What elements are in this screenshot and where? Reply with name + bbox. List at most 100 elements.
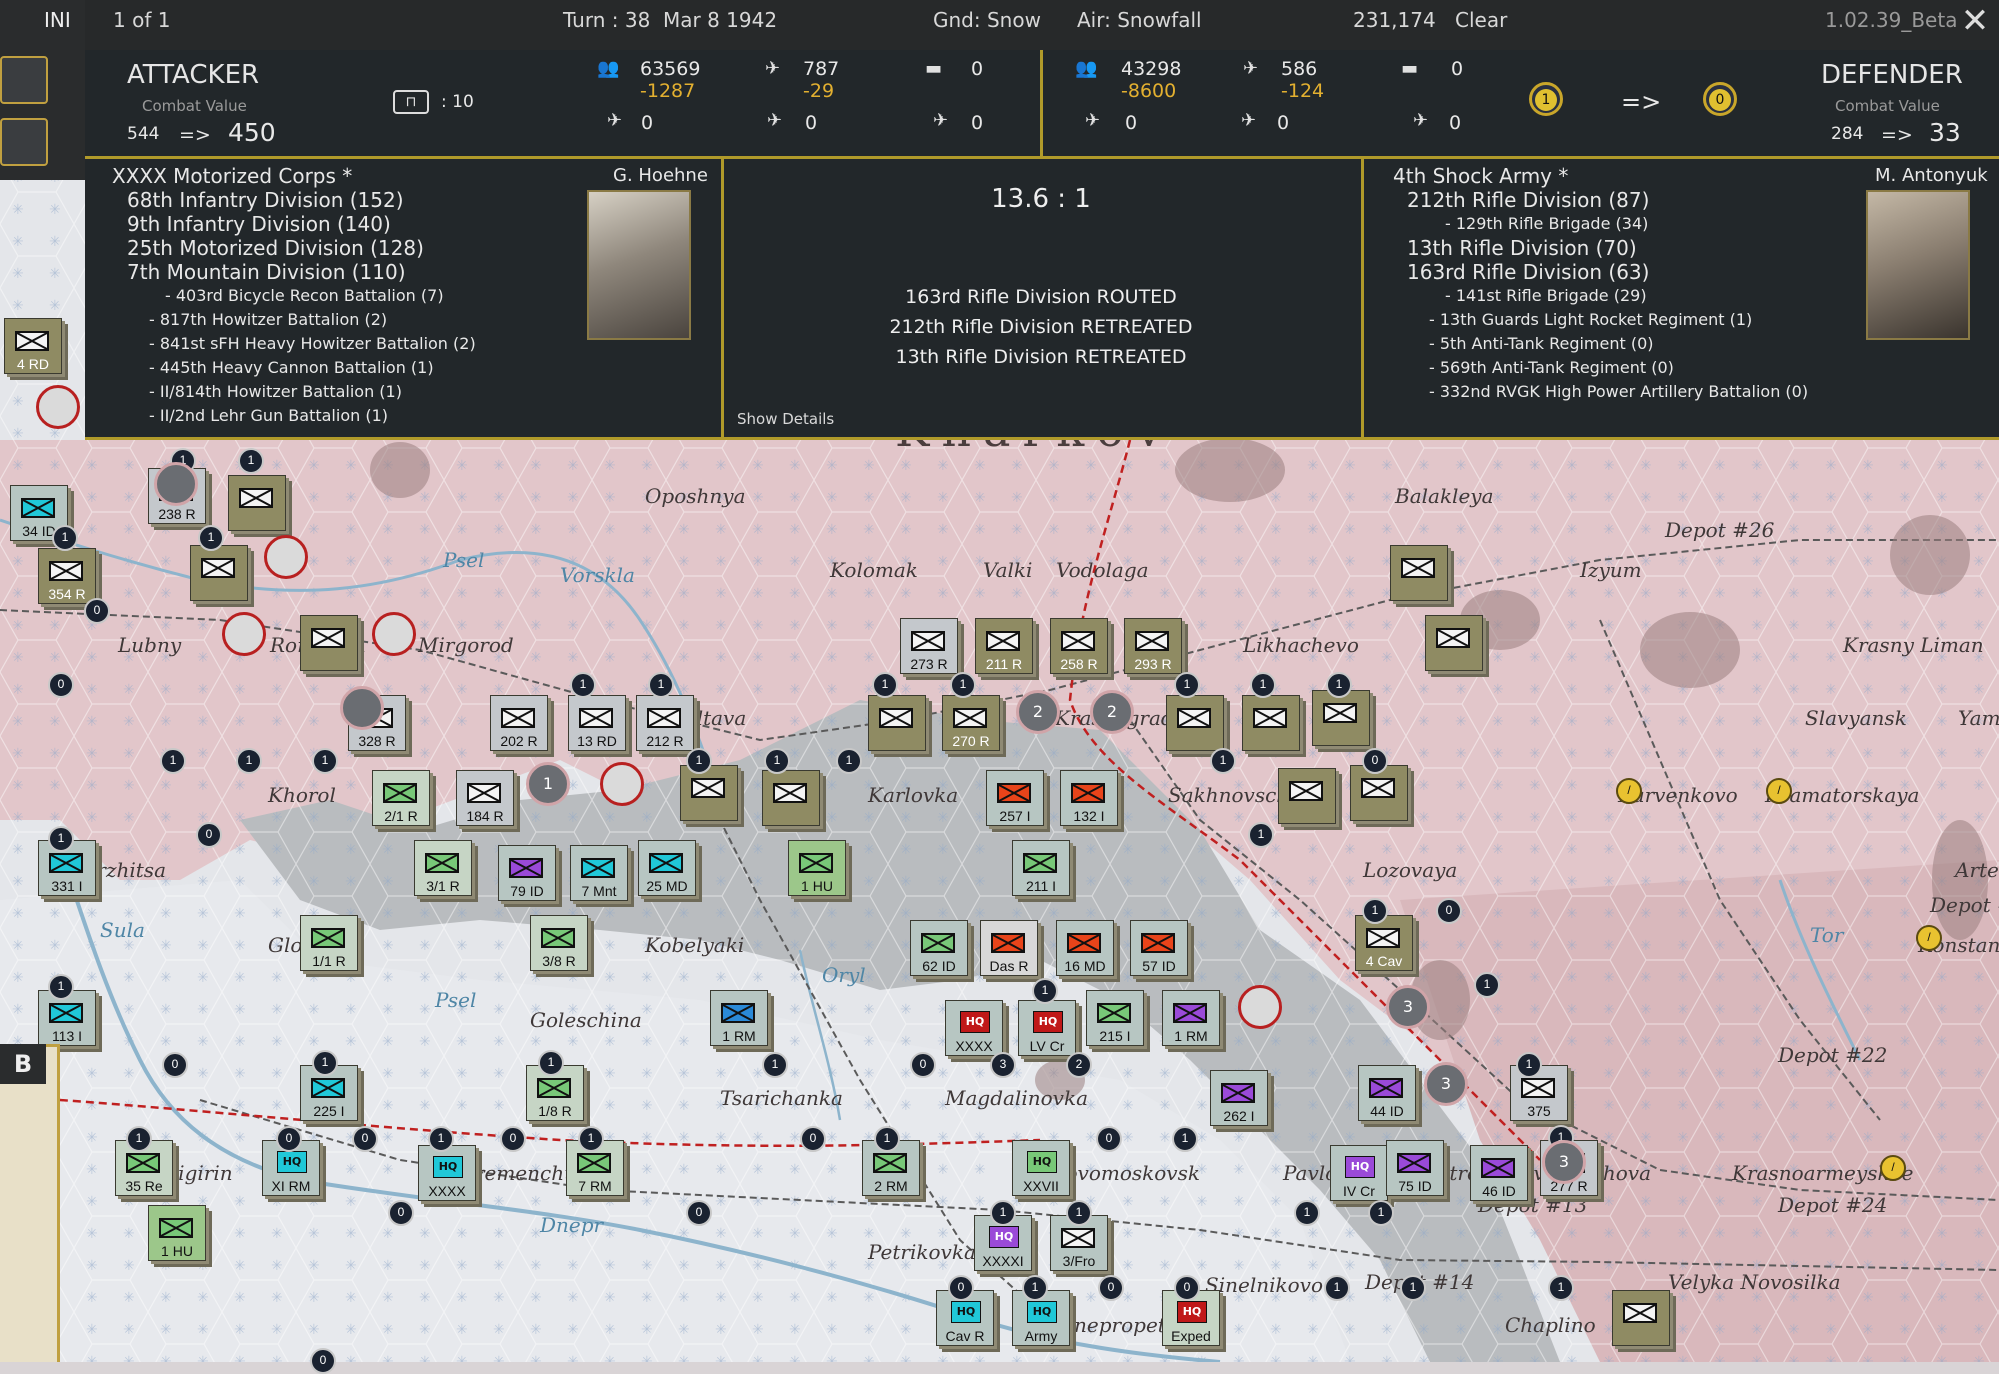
supply-badge[interactable]: 1	[570, 672, 596, 698]
supply-badge[interactable]: 1	[950, 672, 976, 698]
supply-badge[interactable]: 3	[990, 1052, 1016, 1078]
close-icon[interactable]: ✕	[1957, 4, 1993, 40]
supply-badge[interactable]: 1	[126, 1126, 152, 1152]
unit-counter[interactable]: 3/1 R	[414, 840, 472, 896]
supply-badge[interactable]: 1	[1210, 748, 1236, 774]
supply-badge[interactable]: 1	[1326, 672, 1352, 698]
unit-counter[interactable]: 7 Mnt	[570, 845, 628, 901]
supply-badge[interactable]: 1	[48, 826, 74, 852]
supply-badge[interactable]: 1	[52, 525, 78, 551]
supply-badge[interactable]: 1	[764, 748, 790, 774]
unit-counter[interactable]: 202 R	[490, 695, 548, 751]
supply-badge[interactable]: 0	[1174, 1275, 1200, 1301]
unit-counter[interactable]: 270 R	[942, 695, 1000, 751]
supply-badge[interactable]: 1	[648, 672, 674, 698]
unit-counter[interactable]: 4 Cav	[1355, 915, 1413, 971]
supply-badge[interactable]: 1	[1248, 822, 1274, 848]
unit-counter[interactable]: 211 I	[1012, 840, 1070, 896]
supply-badge[interactable]: 0	[948, 1275, 974, 1301]
supply-badge[interactable]: 0	[310, 1348, 336, 1374]
unit-counter[interactable]: 13 RD	[568, 695, 626, 751]
unit-counter[interactable]	[680, 765, 738, 821]
supply-badge[interactable]: 0	[910, 1052, 936, 1078]
air-unit-icon[interactable]	[1238, 985, 1282, 1029]
unit-counter[interactable]: 262 I	[1210, 1070, 1268, 1126]
unit-counter[interactable]: 4 RD	[4, 318, 62, 374]
air-unit-icon[interactable]: 3	[1542, 1140, 1586, 1184]
unit-counter[interactable]: 75 ID	[1386, 1140, 1444, 1196]
supply-badge[interactable]: 1	[236, 748, 262, 774]
supply-badge[interactable]: 1	[1022, 1275, 1048, 1301]
supply-badge[interactable]: 0	[1362, 748, 1388, 774]
unit-counter[interactable]: Das R	[980, 920, 1038, 976]
supply-badge[interactable]: 1	[872, 672, 898, 698]
unit-counter[interactable]: 258 R	[1050, 618, 1108, 674]
unit-counter[interactable]: 211 R	[975, 618, 1033, 674]
unit-counter[interactable]	[1242, 695, 1300, 751]
unit-counter[interactable]: 16 MD	[1056, 920, 1114, 976]
air-unit-icon[interactable]	[154, 462, 198, 506]
unit-counter[interactable]: 1/1 R	[300, 915, 358, 971]
supply-badge[interactable]: 1	[1174, 672, 1200, 698]
supply-badge[interactable]: 1	[238, 448, 264, 474]
unit-counter[interactable]	[190, 545, 248, 601]
supply-badge[interactable]: 1	[1032, 978, 1058, 1004]
unit-counter[interactable]: HQ XXXX	[945, 1000, 1003, 1056]
unit-counter[interactable]: 273 R	[900, 618, 958, 674]
unit-counter[interactable]	[1166, 695, 1224, 751]
supply-badge[interactable]: 1	[538, 1050, 564, 1076]
supply-badge[interactable]: 0	[1098, 1275, 1124, 1301]
unit-counter[interactable]: 293 R	[1124, 618, 1182, 674]
unit-counter[interactable]: 212 R	[636, 695, 694, 751]
supply-badge[interactable]: 1	[1548, 1275, 1574, 1301]
air-unit-icon[interactable]: 3	[1424, 1062, 1468, 1106]
unit-counter[interactable]: 3/8 R	[530, 915, 588, 971]
unit-counter[interactable]: 25 MD	[638, 840, 696, 896]
air-unit-icon[interactable]	[600, 762, 644, 806]
supply-badge[interactable]: 1	[160, 748, 186, 774]
air-unit-icon[interactable]	[222, 612, 266, 656]
supply-badge[interactable]: 1	[836, 748, 862, 774]
supply-badge[interactable]: 1	[1400, 1275, 1426, 1301]
air-unit-icon[interactable]: 1	[526, 762, 570, 806]
unit-counter[interactable]	[228, 475, 286, 531]
supply-badge[interactable]: 0	[84, 598, 110, 624]
supply-badge[interactable]: 1	[1362, 898, 1388, 924]
unit-counter[interactable]: 1 HU	[788, 840, 846, 896]
unit-counter[interactable]: 215 I	[1086, 990, 1144, 1046]
supply-badge[interactable]: 1	[990, 1200, 1016, 1226]
supply-badge[interactable]: 0	[276, 1126, 302, 1152]
supply-badge[interactable]: 1	[578, 1126, 604, 1152]
depot-marker-icon[interactable]: /	[1916, 925, 1942, 951]
supply-badge[interactable]: 1	[198, 525, 224, 551]
unit-counter[interactable]: 132 I	[1060, 770, 1118, 826]
ship-tab-icon[interactable]	[0, 118, 48, 166]
unit-counter[interactable]: 1 HU	[148, 1205, 206, 1261]
supply-badge[interactable]: 0	[800, 1126, 826, 1152]
unit-counter[interactable]: HQ LV Cr	[1018, 1000, 1076, 1056]
supply-badge[interactable]: 1	[428, 1126, 454, 1152]
supply-badge[interactable]: 1	[1172, 1126, 1198, 1152]
minimap-toggle-button[interactable]: B	[0, 1044, 46, 1084]
supply-badge[interactable]: 0	[352, 1126, 378, 1152]
air-unit-icon[interactable]: 2	[1090, 690, 1134, 734]
unit-counter[interactable]	[1612, 1290, 1670, 1346]
unit-counter[interactable]	[762, 770, 820, 826]
supply-badge[interactable]: 1	[1516, 1052, 1542, 1078]
unit-counter[interactable]: 79 ID	[498, 845, 556, 901]
unit-counter[interactable]	[1350, 765, 1408, 821]
unit-counter[interactable]: HQ IV Cr	[1330, 1145, 1388, 1201]
supply-badge[interactable]: 2	[1066, 1052, 1092, 1078]
unit-counter[interactable]: 257 I	[986, 770, 1044, 826]
unit-counter[interactable]: 57 ID	[1130, 920, 1188, 976]
supply-badge[interactable]: 1	[874, 1126, 900, 1152]
left-tab-label[interactable]: INI	[44, 8, 71, 32]
show-details-link[interactable]: Show Details	[737, 410, 834, 428]
unit-counter[interactable]: 44 ID	[1358, 1065, 1416, 1121]
supply-badge[interactable]: 1	[1474, 972, 1500, 998]
supply-badge[interactable]: 1	[312, 1050, 338, 1076]
unit-counter[interactable]: 62 ID	[910, 920, 968, 976]
air-unit-icon[interactable]: 3	[1386, 985, 1430, 1029]
supply-badge[interactable]: 0	[1096, 1126, 1122, 1152]
air-unit-icon[interactable]	[340, 686, 384, 730]
